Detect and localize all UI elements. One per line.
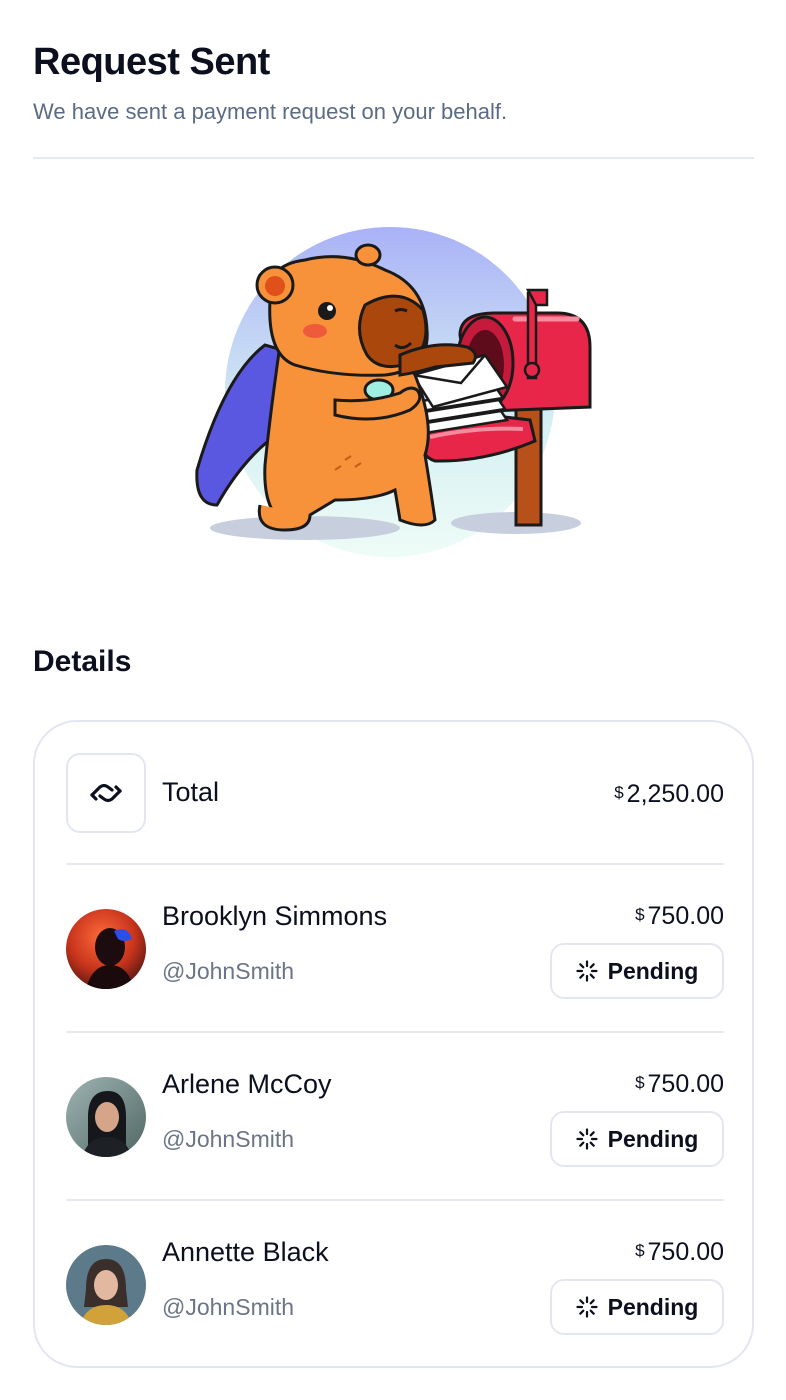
page-title: Request Sent [33,41,270,83]
person-name: Annette Black [162,1237,329,1267]
person-name: Arlene McCoy [162,1069,332,1099]
person-amount: $750.00 [635,1235,724,1268]
avatar [66,909,146,989]
person-handle: @JohnSmith [162,1126,295,1152]
loader-icon [576,960,598,982]
status-label: Pending [607,1293,699,1320]
total-amount-value: 2,250.00 [626,780,724,808]
total-icon-box [66,753,146,833]
total-amount: $2,250.00 [614,777,724,810]
person-handle: @JohnSmith [162,958,295,984]
details-heading: Details [33,645,132,678]
row-divider [66,1199,724,1201]
currency-symbol: $ [614,783,624,802]
status-label: Pending [607,957,699,984]
status-badge[interactable]: Pending [550,943,724,999]
avatar [66,1245,146,1325]
status-badge[interactable]: Pending [550,1111,724,1167]
person-amount-value: 750.00 [647,902,724,930]
page-subtitle: We have sent a payment request on your b… [33,99,508,124]
person-amount: $750.00 [635,899,724,932]
currency-symbol: $ [635,905,645,924]
person-amount-value: 750.00 [647,1238,724,1266]
loader-icon [576,1296,598,1318]
handshake-icon [90,783,122,803]
loader-icon [576,1128,598,1150]
person-amount-value: 750.00 [647,1070,724,1098]
header-divider [33,157,754,159]
capybara-mailbox-illustration [195,227,592,557]
total-row: Total $2,250.00 [66,753,724,833]
row-divider [66,863,724,865]
page-header: Request Sent We have sent a payment requ… [33,40,754,126]
row-divider [66,1031,724,1033]
list-item[interactable]: Annette Black @JohnSmith $750.00 Pending [66,1235,724,1335]
currency-symbol: $ [635,1241,645,1260]
details-card: Total $2,250.00 Brooklyn Simmons @JohnSm… [33,720,754,1368]
avatar [66,1077,146,1157]
person-name: Brooklyn Simmons [162,901,388,931]
currency-symbol: $ [635,1073,645,1092]
list-item[interactable]: Brooklyn Simmons @JohnSmith $750.00 Pend… [66,899,724,999]
status-badge[interactable]: Pending [550,1279,724,1335]
person-amount: $750.00 [635,1067,724,1100]
status-label: Pending [607,1125,699,1152]
person-handle: @JohnSmith [162,1294,295,1320]
total-label: Total [162,777,220,807]
list-item[interactable]: Arlene McCoy @JohnSmith $750.00 Pending [66,1067,724,1167]
